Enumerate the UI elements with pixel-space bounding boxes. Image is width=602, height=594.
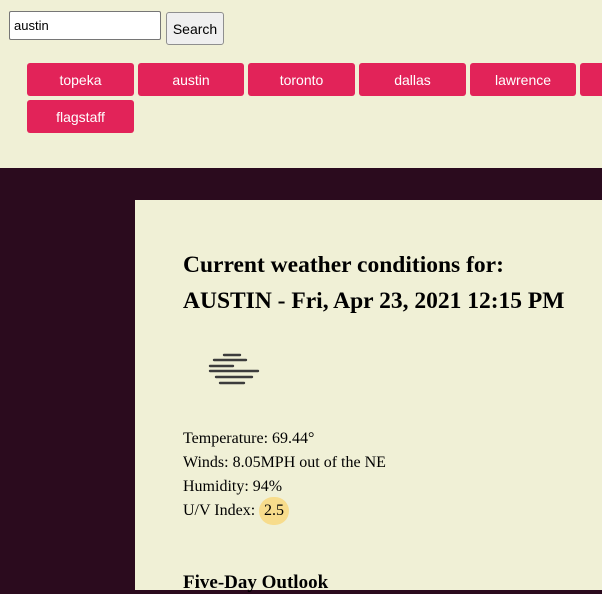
history-button-overflow[interactable] — [580, 63, 602, 96]
current-weather-heading: Current weather conditions for: — [183, 252, 504, 278]
search-input[interactable] — [9, 11, 161, 40]
humidity-text: Humidity: 94% — [183, 478, 283, 495]
history-button-flagstaff[interactable]: flagstaff — [27, 100, 134, 133]
history-button-lawrence[interactable]: lawrence — [470, 63, 576, 96]
five-day-outlook-heading: Five-Day Outlook — [183, 572, 329, 593]
temperature-text: Temperature: 69.44° — [183, 430, 315, 447]
history-button-dallas[interactable]: dallas — [359, 63, 466, 96]
search-panel: Search topeka austin toronto dallas lawr… — [0, 0, 602, 168]
search-button[interactable]: Search — [166, 12, 224, 45]
history-button-topeka[interactable]: topeka — [27, 63, 134, 96]
history-button-toronto[interactable]: toronto — [248, 63, 355, 96]
uv-index-label: U/V Index: — [183, 502, 256, 519]
fog-icon — [208, 353, 260, 385]
history-button-austin[interactable]: austin — [138, 63, 244, 96]
uv-index-badge: 2.5 — [259, 497, 289, 525]
winds-text: Winds: 8.05MPH out of the NE — [183, 454, 386, 471]
current-weather-city-date: AUSTIN - Fri, Apr 23, 2021 12:15 PM — [183, 288, 565, 314]
